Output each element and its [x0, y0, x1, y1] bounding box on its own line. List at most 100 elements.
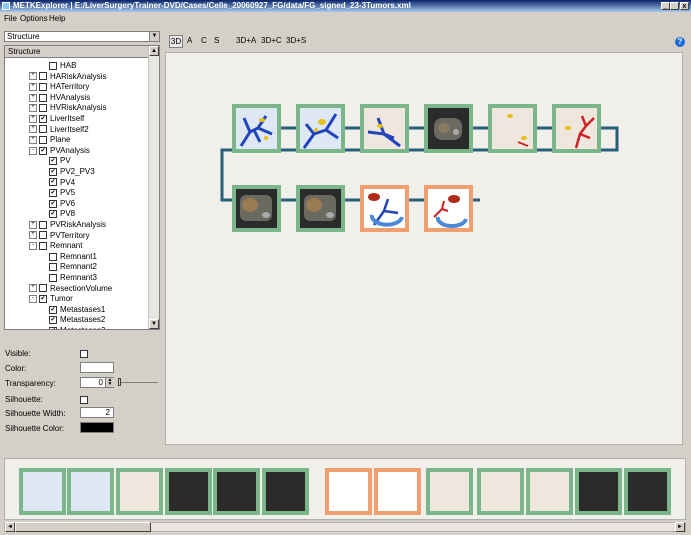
tab-3d-coronal[interactable]: 3D+C [261, 35, 282, 46]
tree-item[interactable]: ✔ PV [41, 156, 71, 166]
tree-expander-icon[interactable]: + [29, 125, 37, 134]
tree-item[interactable]: ✔ Metastases1 [41, 305, 105, 315]
tree-checkbox[interactable] [39, 242, 47, 251]
workflow-canvas[interactable] [165, 52, 683, 445]
thumbnail-3[interactable] [360, 104, 409, 153]
tree-expander-icon[interactable]: + [29, 72, 37, 81]
tree-checkbox[interactable]: ✔ [49, 305, 57, 314]
tree-expander-icon[interactable]: + [29, 93, 37, 102]
tree-checkbox[interactable]: ✔ [49, 210, 57, 219]
tree-checkbox[interactable] [39, 104, 47, 113]
tree-item[interactable]: ✔ PV6 [41, 199, 75, 209]
thumbnail-4[interactable] [424, 104, 473, 153]
tree-checkbox[interactable]: ✔ [49, 326, 57, 329]
minimize-button[interactable]: _ [661, 2, 670, 10]
tree-checkbox[interactable]: ✔ [49, 167, 57, 176]
maximize-button[interactable] [670, 2, 679, 10]
silhouette-color-swatch[interactable] [80, 422, 114, 433]
tree-item[interactable]: + HATerritory [29, 82, 89, 92]
tree-expander-icon[interactable]: + [29, 284, 37, 293]
tree-item[interactable]: + Plane [29, 135, 70, 145]
tree-checkbox[interactable] [39, 220, 47, 229]
tree-item[interactable]: ✔ Metastases2 [41, 315, 105, 325]
tree-expander-icon[interactable]: + [29, 114, 37, 123]
tab-3d[interactable]: 3D [169, 35, 183, 48]
tree-item[interactable]: + PVRiskAnalysis [29, 220, 106, 230]
tree-item[interactable]: + LiverItself2 [29, 125, 89, 135]
tree-checkbox[interactable] [49, 263, 57, 272]
tree-scrollbar[interactable]: ▲ ▼ [148, 46, 159, 329]
tree-expander-icon[interactable]: - [29, 146, 37, 155]
strip-thumb-5[interactable] [213, 468, 260, 515]
tree-expander-icon[interactable]: + [29, 136, 37, 145]
menu-file[interactable]: File [4, 13, 17, 25]
tree-checkbox[interactable]: ✔ [39, 295, 47, 304]
help-icon[interactable]: ? [675, 37, 685, 47]
strip-thumb-13[interactable] [624, 468, 671, 515]
tree-checkbox[interactable] [49, 273, 57, 282]
tree-item[interactable]: Remnant3 [41, 273, 97, 283]
thumbnail-7[interactable] [232, 185, 281, 232]
strip-thumb-1[interactable] [19, 468, 66, 515]
structure-tree[interactable]: Structure HAB + HARiskAnalysis + HATerritory… [4, 45, 160, 330]
menu-help[interactable]: Help [49, 13, 65, 25]
tab-3d-axial[interactable]: 3D+A [236, 35, 256, 46]
tree-checkbox[interactable] [39, 83, 47, 92]
scroll-left-icon[interactable]: ◄ [5, 522, 15, 532]
scroll-up-icon[interactable]: ▲ [149, 46, 159, 56]
tree-item[interactable]: - Remnant [29, 241, 82, 251]
tree-checkbox[interactable]: ✔ [39, 114, 47, 123]
tree-item[interactable]: ✔Metastases3 [41, 326, 105, 329]
strip-thumb-11[interactable] [526, 468, 573, 515]
tree-checkbox[interactable] [39, 284, 47, 293]
transparency-slider-handle[interactable] [118, 378, 121, 386]
menu-options[interactable]: Options [20, 13, 48, 25]
thumbnail-9[interactable] [360, 185, 409, 232]
scroll-right-icon[interactable]: ► [675, 522, 685, 532]
tree-checkbox[interactable] [49, 252, 57, 261]
tree-checkbox[interactable]: ✔ [49, 189, 57, 198]
tab-3d-sagittal[interactable]: 3D+S [286, 35, 306, 46]
transparency-slider[interactable] [118, 382, 158, 383]
thumbnail-10[interactable] [424, 185, 473, 232]
tree-item[interactable]: Remnant1 [41, 252, 97, 262]
scroll-down-icon[interactable]: ▼ [149, 319, 159, 329]
tree-checkbox[interactable]: ✔ [49, 157, 57, 166]
tree-checkbox[interactable]: ✔ [39, 146, 47, 155]
strip-thumb-3[interactable] [116, 468, 163, 515]
tree-item[interactable]: + HVRiskAnalysis [29, 103, 106, 113]
tree-item[interactable]: ✔ PV4 [41, 178, 75, 188]
transparency-spinner-icon[interactable]: ▲ ▼ [105, 378, 114, 387]
thumbnail-1[interactable] [232, 104, 281, 153]
strip-thumb-4[interactable] [165, 468, 212, 515]
thumbnail-2[interactable] [296, 104, 345, 153]
tree-checkbox[interactable]: ✔ [49, 316, 57, 325]
tree-checkbox[interactable]: ✔ [49, 178, 57, 187]
tree-checkbox[interactable]: ✔ [49, 199, 57, 208]
filmstrip[interactable] [4, 458, 686, 520]
tree-item[interactable]: ✔ PV2_PV3 [41, 167, 95, 177]
tab-coronal[interactable]: C [201, 35, 207, 46]
tree-expander-icon[interactable]: + [29, 220, 37, 229]
tab-sagittal[interactable]: S [214, 35, 219, 46]
strip-thumb-6[interactable] [262, 468, 309, 515]
silhouette-width-input[interactable]: 2 [80, 407, 114, 418]
thumbnail-6[interactable] [552, 104, 601, 153]
strip-thumb-9[interactable] [426, 468, 473, 515]
strip-thumb-2[interactable] [67, 468, 114, 515]
tree-item[interactable]: + HVAnalysis [29, 93, 90, 103]
tree-checkbox[interactable] [39, 136, 47, 145]
tree-item[interactable]: - ✔ Tumor [29, 294, 73, 304]
thumbnail-8[interactable] [296, 185, 345, 232]
strip-thumb-8[interactable] [374, 468, 421, 515]
silhouette-checkbox[interactable] [80, 396, 88, 404]
tree-checkbox[interactable] [49, 61, 57, 70]
tree-checkbox[interactable] [39, 231, 47, 240]
scrollbar-thumb[interactable] [15, 522, 151, 532]
visible-checkbox[interactable] [80, 350, 88, 358]
chevron-down-icon[interactable]: ▼ [149, 32, 159, 41]
tree-item[interactable]: HAB [41, 61, 76, 71]
strip-thumb-7[interactable] [325, 468, 372, 515]
thumbnail-5[interactable] [488, 104, 537, 153]
color-swatch[interactable] [80, 362, 114, 373]
